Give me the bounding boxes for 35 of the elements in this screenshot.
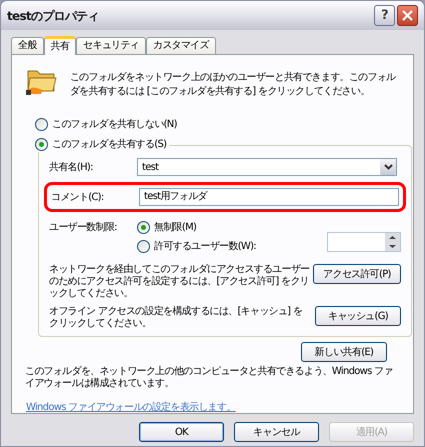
radio-label: 無制限(M) [154, 220, 196, 235]
share-name-dropdown[interactable]: test [137, 158, 397, 176]
intro-text: このフォルダをネットワーク上のほかのユーザーと共有できます。このフォルダを共有するには [このフォルダを共有する] をクリックしてください。 [70, 71, 397, 99]
radio-label: 許可するユーザー数(W): [154, 240, 256, 254]
permissions-button[interactable]: アクセス許可(P) [313, 264, 401, 284]
field-label: コメント(C): [51, 190, 105, 204]
firewall-settings-link[interactable]: Windows ファイアウォールの設定を表示します。 [26, 400, 236, 415]
caching-button[interactable]: キャッシュ(G) [315, 306, 401, 326]
permissions-text: ネットワークを経由してこのフォルダにアクセスするユーザーのためにアクセス許可を設定するには、[アクセス許可] をクリックしてください。 [49, 264, 310, 300]
field-label: ユーザー数制限: [49, 220, 118, 235]
caching-text: オフライン アクセスの設定を構成するには、[キャッシュ] をクリックしてください。 [49, 306, 304, 330]
radio-button[interactable] [137, 240, 150, 253]
radio-label: このフォルダを共有しない(N) [52, 118, 177, 132]
new-share-button[interactable]: 新しい共有(E) [301, 342, 387, 362]
radio-button[interactable] [35, 138, 48, 151]
radio-button[interactable] [137, 221, 150, 234]
chevron-down-icon [384, 164, 392, 170]
field-label: 共有名(H): [49, 160, 94, 174]
close-button[interactable] [397, 5, 418, 26]
help-button[interactable]: ? [374, 5, 395, 26]
tab[interactable]: カスタマイズ [146, 37, 216, 54]
radio-label: このフォルダを共有する(S) [52, 138, 166, 152]
radio-button[interactable] [35, 118, 48, 131]
tab[interactable]: 全般 [11, 37, 44, 54]
comment-field[interactable]: test用フォルダ [139, 188, 399, 206]
dialog-button[interactable]: OK [139, 422, 224, 442]
dropdown-button[interactable] [380, 159, 396, 175]
dialog-button[interactable]: キャンセル [234, 422, 319, 442]
window-title: testのプロパティ [7, 8, 100, 24]
tab[interactable]: 共有 [44, 36, 76, 55]
spin-down-icon[interactable] [385, 242, 400, 251]
firewall-text: このフォルダを、ネットワーク上の他のコンピュータと共有できるよう、Windows ファイアウォールは構成されています。 [25, 366, 394, 390]
tab[interactable]: セキュリティ [76, 37, 146, 54]
spin-up-icon[interactable] [385, 233, 400, 242]
close-icon [402, 10, 413, 21]
